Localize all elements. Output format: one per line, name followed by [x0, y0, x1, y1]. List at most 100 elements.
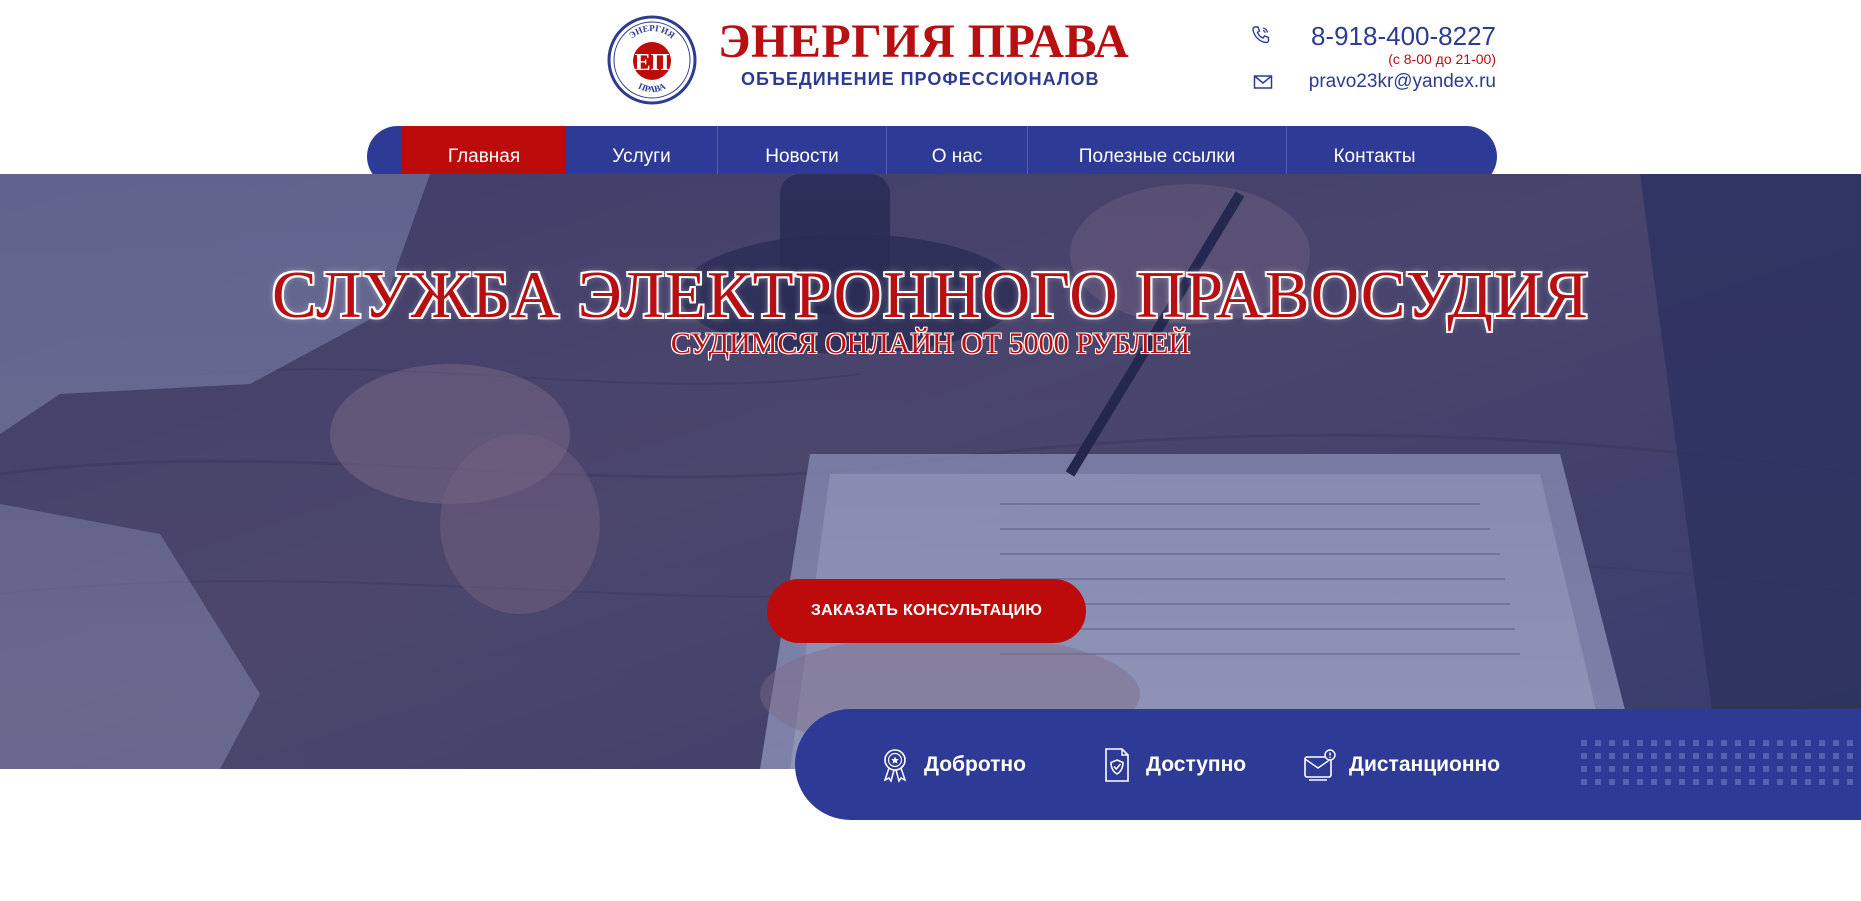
decorative-dot [1595, 753, 1601, 759]
decorative-dot [1637, 779, 1643, 785]
document-shield-icon [1105, 747, 1129, 782]
decorative-dot [1805, 753, 1811, 759]
decorative-dot [1595, 740, 1601, 746]
decorative-dot [1805, 779, 1811, 785]
decorative-dot [1847, 779, 1853, 785]
decorative-dot [1665, 753, 1671, 759]
hero-title: СЛУЖБА ЭЛЕКТРОННОГО ПРАВОСУДИЯ [271, 258, 1590, 332]
decorative-dot [1707, 779, 1713, 785]
decorative-dot [1763, 740, 1769, 746]
decorative-dot [1637, 766, 1643, 772]
decorative-dot [1623, 740, 1629, 746]
decorative-dot [1819, 779, 1825, 785]
decorative-dot [1707, 740, 1713, 746]
emblem-monogram: ЕП [635, 50, 670, 76]
decorative-dot [1623, 779, 1629, 785]
decorative-dot [1595, 779, 1601, 785]
decorative-dot [1623, 753, 1629, 759]
decorative-dot [1777, 740, 1783, 746]
feature-label-remote: Дистанционно [1349, 752, 1501, 776]
phone-icon [1252, 26, 1270, 44]
online-mail-icon [1304, 748, 1336, 781]
decorative-dot [1665, 740, 1671, 746]
decorative-dot [1847, 766, 1853, 772]
decorative-dot [1651, 740, 1657, 746]
decorative-dot [1777, 753, 1783, 759]
email-link[interactable]: pravo23kr@yandex.ru [1309, 71, 1496, 93]
decorative-dot [1595, 766, 1601, 772]
decorative-dot [1819, 740, 1825, 746]
decorative-dot [1735, 753, 1741, 759]
decorative-dot [1791, 753, 1797, 759]
decorative-dot [1609, 766, 1615, 772]
brand-subtitle: ОБЪЕДИНЕНИЕ ПРОФЕССИОНАЛОВ [741, 69, 1100, 89]
decorative-dot [1749, 753, 1755, 759]
decorative-dot [1581, 779, 1587, 785]
decorative-dot [1581, 753, 1587, 759]
decorative-dot [1819, 766, 1825, 772]
decorative-dots-pattern [1581, 740, 1853, 785]
decorative-dot [1833, 740, 1839, 746]
decorative-dot [1651, 753, 1657, 759]
decorative-dot [1693, 766, 1699, 772]
decorative-dot [1749, 779, 1755, 785]
decorative-dot [1707, 753, 1713, 759]
decorative-dot [1693, 779, 1699, 785]
decorative-dot [1791, 740, 1797, 746]
decorative-dot [1581, 766, 1587, 772]
decorative-dot [1763, 766, 1769, 772]
decorative-dot [1735, 740, 1741, 746]
decorative-dot [1847, 753, 1853, 759]
decorative-dot [1735, 766, 1741, 772]
decorative-dot [1623, 766, 1629, 772]
decorative-dot [1721, 766, 1727, 772]
decorative-dot [1637, 753, 1643, 759]
decorative-dot [1777, 779, 1783, 785]
decorative-dot [1721, 753, 1727, 759]
decorative-dot [1707, 766, 1713, 772]
decorative-dot [1665, 766, 1671, 772]
decorative-dot [1581, 740, 1587, 746]
decorative-dot [1833, 753, 1839, 759]
decorative-dot [1749, 740, 1755, 746]
decorative-dot [1693, 753, 1699, 759]
decorative-dot [1791, 766, 1797, 772]
feature-label-quality: Добротно [924, 752, 1026, 776]
decorative-dot [1679, 740, 1685, 746]
decorative-dot [1833, 779, 1839, 785]
decorative-dot [1665, 779, 1671, 785]
brand-title[interactable]: ЭНЕРГИЯ ПРАВА [718, 14, 1129, 69]
decorative-dot [1805, 740, 1811, 746]
mail-icon [1253, 75, 1273, 89]
decorative-dot [1679, 779, 1685, 785]
decorative-dot [1679, 753, 1685, 759]
decorative-dot [1609, 753, 1615, 759]
decorative-dot [1833, 766, 1839, 772]
phone-number[interactable]: 8-918-400-8227 [1311, 21, 1496, 52]
decorative-dot [1609, 779, 1615, 785]
decorative-dot [1679, 766, 1685, 772]
award-icon [883, 748, 907, 783]
decorative-dot [1777, 766, 1783, 772]
hero-subtitle: СУДИМСЯ ОНЛАЙН ОТ 5000 РУБЛЕЙ [670, 327, 1191, 360]
decorative-dot [1749, 766, 1755, 772]
feature-item-quality: Добротно [878, 709, 1026, 820]
decorative-dot [1721, 740, 1727, 746]
decorative-dot [1721, 779, 1727, 785]
decorative-dot [1693, 740, 1699, 746]
decorative-dot [1819, 753, 1825, 759]
decorative-dot [1651, 766, 1657, 772]
working-hours: (с 8-00 до 21-00) [1388, 51, 1496, 67]
decorative-dot [1847, 740, 1853, 746]
decorative-dot [1791, 779, 1797, 785]
hero-banner: СЛУЖБА ЭЛЕКТРОННОГО ПРАВОСУДИЯ СУДИМСЯ О… [0, 174, 1861, 769]
feature-label-affordable: Доступно [1146, 752, 1247, 776]
order-consultation-button[interactable]: ЗАКАЗАТЬ КОНСУЛЬТАЦИЮ [767, 579, 1086, 643]
decorative-dot [1637, 740, 1643, 746]
logo-emblem[interactable]: ЭНЕРГИЯ ПРАВА ЕП [607, 15, 697, 105]
decorative-dot [1609, 740, 1615, 746]
feature-item-remote: Дистанционно [1303, 709, 1500, 820]
decorative-dot [1735, 779, 1741, 785]
feature-item-affordable: Доступно [1100, 709, 1246, 820]
decorative-dot [1805, 766, 1811, 772]
